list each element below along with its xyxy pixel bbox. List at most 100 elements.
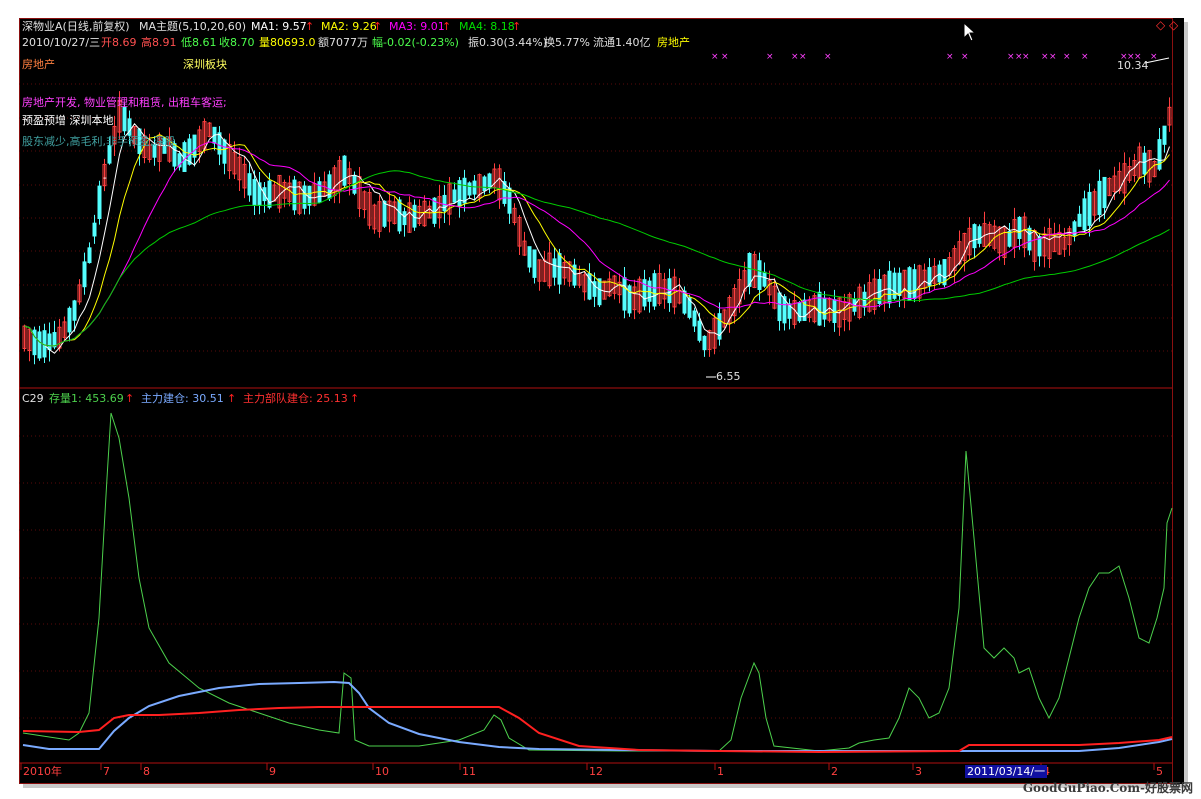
- candle-body: [747, 252, 752, 287]
- candle-body: [82, 261, 87, 288]
- bar-date: 2010/10/27/三: [22, 36, 101, 49]
- candle-body: [977, 226, 982, 244]
- candle-body: [557, 253, 562, 285]
- candle-body: [1162, 125, 1167, 145]
- candle-body: [1097, 180, 1102, 216]
- float-shares: 流通1.40亿: [593, 36, 651, 49]
- x-axis-label: 2: [831, 765, 838, 778]
- cursor-date: 2011/03/14/一: [965, 765, 1048, 778]
- industry-label: 房地产: [22, 58, 55, 71]
- candle-body: [627, 285, 632, 314]
- open-price: 开8.69: [101, 36, 137, 49]
- candle-body: [87, 247, 92, 264]
- candle-body: [92, 222, 97, 237]
- diamond-icon[interactable]: ◇: [1156, 18, 1165, 32]
- candle-body: [1087, 191, 1092, 226]
- candle-body: [97, 185, 102, 220]
- x-marker-icon: ×: [711, 52, 719, 62]
- forecast-label: 预盈预增 深圳本地: [22, 114, 114, 127]
- high-price: 高8.91: [141, 36, 177, 49]
- x-marker-icon: ×: [1041, 52, 1049, 62]
- candle-body: [107, 145, 112, 164]
- candle-body: [1037, 236, 1042, 257]
- sector: 房地产: [657, 36, 690, 49]
- x-axis-label: 9: [269, 765, 276, 778]
- candle-body: [487, 173, 492, 189]
- candle-body: [472, 180, 477, 195]
- x-axis-label: 12: [589, 765, 603, 778]
- x-marker-icon: ×: [1022, 52, 1030, 62]
- candle-body: [452, 189, 457, 203]
- x-marker-icon: ×: [824, 52, 832, 62]
- dash-mark: -: [103, 171, 107, 184]
- x-marker-icon: ×: [1049, 52, 1057, 62]
- indicator-line1: 存量1: 453.69: [49, 392, 124, 405]
- candle-body: [897, 272, 902, 297]
- candle-body: [692, 310, 697, 327]
- candle-body: [67, 307, 72, 333]
- chart-window[interactable]: × × × × × × × × × × × × × × × × × × × 深物业A(日线,前复权) MA主题(5,…: [19, 18, 1184, 784]
- candle-body: [797, 302, 802, 322]
- x-axis-label: 3: [915, 765, 922, 778]
- up-arrow-icon: ↑: [125, 392, 135, 405]
- indicator-line2-path: [22, 680, 1173, 752]
- board-label: 深圳板块: [183, 58, 227, 71]
- candle-body: [757, 260, 762, 290]
- candle-body: [442, 194, 447, 212]
- candle-body: [532, 249, 537, 278]
- x-marker-icon: ×: [1063, 52, 1071, 62]
- candle-body: [1027, 227, 1032, 251]
- candle-body: [307, 185, 312, 206]
- min-price-label: 6.55: [716, 370, 741, 383]
- candle-body: [222, 139, 227, 164]
- amplitude: 振0.30(3.44%): [468, 36, 548, 49]
- x-marker-icon: ×: [946, 52, 954, 62]
- volume: 量80693.0: [259, 36, 316, 49]
- indicator-line1-path: [22, 412, 1173, 752]
- candle-body: [1142, 152, 1147, 175]
- candle-body: [527, 246, 532, 268]
- indicator-line3: 主力部队建仓: 25.13: [243, 392, 348, 405]
- x-marker-icon: ×: [1007, 52, 1015, 62]
- ma1-value: MA1: 9.57: [251, 20, 307, 33]
- candle-body: [762, 271, 767, 287]
- x-marker-icon: ×: [799, 52, 807, 62]
- candle-body: [402, 211, 407, 226]
- turnover: 换5.77%: [544, 36, 590, 49]
- candle-body: [47, 333, 52, 351]
- x-marker-icon: ×: [1081, 52, 1089, 62]
- ma3-value: MA3: 9.01: [389, 20, 445, 33]
- x-marker-icon: ×: [791, 52, 799, 62]
- close-price: 收8.70: [219, 36, 255, 49]
- tags-label: 股东减少,高毛利,非手预盈,深股: [22, 135, 176, 148]
- stock-title: 深物业A(日线,前复权): [22, 20, 130, 33]
- business-label: 房地产开发, 物业管理和租赁, 出租车客运;: [22, 96, 227, 109]
- x-marker-icon: ×: [721, 52, 729, 62]
- up-arrow-icon: ↑: [442, 20, 452, 33]
- x-axis-label: 8: [143, 765, 150, 778]
- indicator-panel-name: C29: [22, 392, 44, 405]
- indicator-name: MA主题(5,10,20,60): [139, 20, 247, 33]
- candle-body: [907, 267, 912, 302]
- diamond-icon[interactable]: ◇: [1169, 18, 1178, 32]
- x-axis-label: 5: [1156, 765, 1163, 778]
- indicator-line2: 主力建仓: 30.51: [141, 392, 224, 405]
- amount: 额7077万: [318, 36, 368, 49]
- up-arrow-icon: ↑: [227, 392, 237, 405]
- candle-body: [1102, 176, 1107, 209]
- candle-body: [822, 297, 827, 320]
- mouse-pointer-icon: [963, 21, 977, 46]
- candle-body: [482, 176, 487, 192]
- candle-body: [597, 278, 602, 306]
- up-arrow-icon: ↑: [512, 20, 522, 33]
- candle-body: [267, 180, 272, 208]
- candle-body: [397, 199, 402, 232]
- candle-body: [1007, 230, 1012, 247]
- candle-body: [192, 134, 197, 158]
- candle-body: [1017, 216, 1022, 239]
- candle-body: [552, 258, 557, 278]
- candle-body: [72, 300, 77, 321]
- up-arrow-icon: ↑: [373, 20, 383, 33]
- candle-body: [702, 335, 707, 351]
- candle-body: [37, 331, 42, 359]
